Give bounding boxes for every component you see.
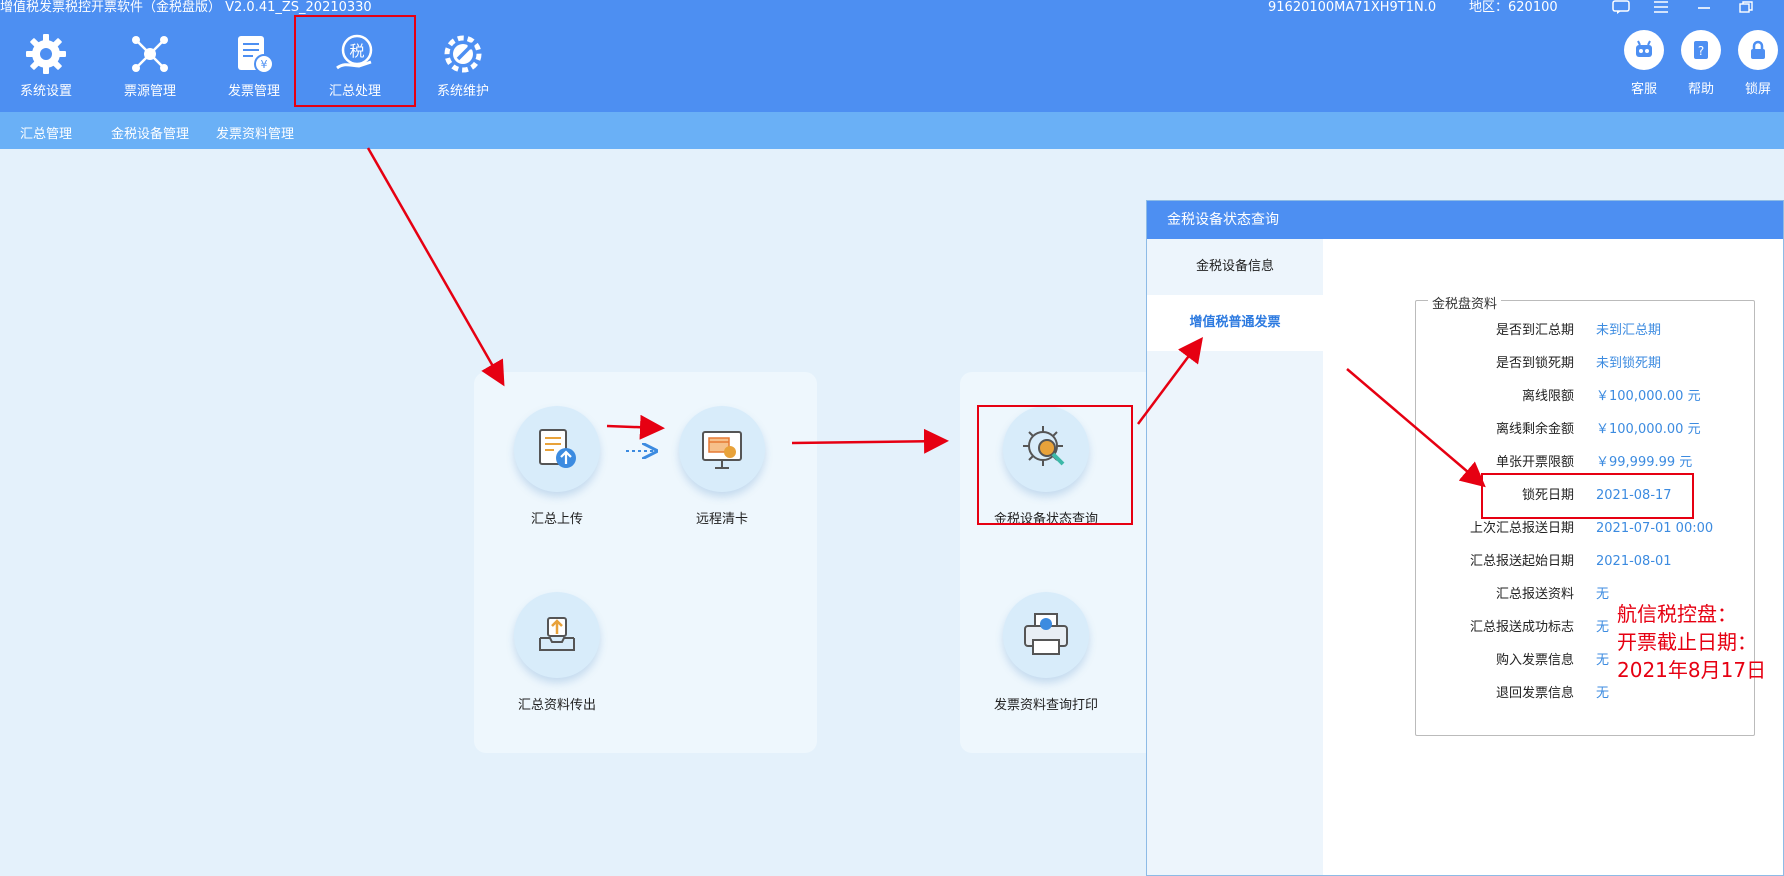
restore-icon[interactable] [1738,0,1754,18]
minimize-icon[interactable] [1696,0,1712,18]
annotation-line: 开票截止日期： [1617,630,1757,654]
nav-label: 系统设置 [19,84,72,99]
row-key: 购入发票信息 [1495,653,1574,668]
annotation-line: 航信税控盘： [1617,602,1737,626]
row-key: 汇总报送资料 [1495,587,1574,602]
row-value: 未到锁死期 [1596,356,1662,371]
tray-upload-icon [514,592,600,678]
row-value: 无 [1596,620,1610,635]
side-item-plain-invoice[interactable]: 增值税普通发票 [1147,295,1323,351]
row-key: 退回发票信息 [1495,686,1574,701]
lock-icon [1738,30,1778,70]
monitor-icon [679,406,765,492]
info-row: 上次汇总报送日期 2021-07-01 00:00 [1416,519,1756,539]
dialog-sidebar: 金税设备信息 增值税普通发票 [1147,239,1323,875]
row-value: ￥100,000.00 元 [1596,422,1701,437]
row-key: 是否到汇总期 [1495,323,1574,338]
row-key: 汇总报送起始日期 [1469,554,1574,569]
nav-system-settings[interactable]: 系统设置 [0,26,96,106]
row-key: 汇总报送成功标志 [1469,620,1574,635]
invoice-icon: ¥ [230,30,278,78]
nav-label: 系统维护 [436,84,489,99]
row-value: ￥99,999.99 元 [1596,455,1693,470]
nav-ticket-source[interactable]: 票源管理 [100,26,200,106]
nav-label: 票源管理 [123,84,176,99]
subnav-device-management[interactable]: 金税设备管理 [111,123,189,142]
subnav-invoice-data-management[interactable]: 发票资料管理 [216,123,294,142]
remote-clear-card-button[interactable]: 远程清卡 [657,406,787,527]
info-row: 是否到锁死期 未到锁死期 [1416,354,1756,374]
annotation-line: 2021年8月17日 [1617,658,1767,682]
row-value: 2021-08-01 [1596,554,1672,569]
info-row: 汇总报送起始日期 2021-08-01 [1416,552,1756,572]
func-label: 汇总资料传出 [517,698,596,713]
row-value: 无 [1596,686,1610,701]
robot-icon [1624,30,1664,70]
region-code: 地区：620100 [1469,0,1558,15]
summary-upload-button[interactable]: 汇总上传 [492,406,622,527]
subnav-summary-management[interactable]: 汇总管理 [20,123,72,142]
annotation-text: 航信税控盘： 开票截止日期： 2021年8月17日 [1617,600,1766,684]
sub-navigation: 汇总管理 金税设备管理 发票资料管理 [0,112,1784,149]
info-row: 离线剩余金额 ￥100,000.00 元 [1416,420,1756,440]
row-key: 上次汇总报送日期 [1469,521,1574,536]
right-label: 锁屏 [1744,82,1771,97]
info-row: 是否到汇总期 未到汇总期 [1416,321,1756,341]
row-key: 离线限额 [1521,389,1574,404]
svg-text:?: ? [1698,44,1704,58]
info-row: 单张开票限额 ￥99,999.99 元 [1416,453,1756,473]
right-label: 帮助 [1687,82,1714,97]
tax-id: 91620100MA71XH9T1N.0 [1268,0,1437,15]
status-query-highlight-box [977,405,1133,525]
message-icon[interactable] [1612,0,1630,18]
lock-date-highlight-box [1481,473,1694,519]
row-key: 是否到锁死期 [1495,356,1574,371]
title-bar: 增值税发票税控开票软件（金税盘版） V2.0.41_ZS_20210330 91… [0,0,1784,112]
row-value: 无 [1596,587,1610,602]
device-status-dialog: 金税设备状态查询 金税设备信息 增值税普通发票 金税盘资料 是否到汇总期 未到汇总… [1146,200,1784,876]
menu-icon[interactable] [1653,0,1669,18]
lock-screen-button[interactable]: 锁屏 [1728,30,1784,97]
nav-system-maintenance[interactable]: 系统维护 [413,26,513,106]
svg-text:¥: ¥ [261,58,268,71]
nav-label: 发票管理 [227,84,280,99]
upload-doc-icon [514,406,600,492]
func-label: 发票资料查询打印 [993,698,1098,713]
row-value: 无 [1596,653,1610,668]
row-key: 单张开票限额 [1495,455,1574,470]
summary-export-button[interactable]: 汇总资料传出 [492,592,622,713]
invoice-query-print-button[interactable]: 发票资料查询打印 [981,592,1111,713]
help-book-icon: ? [1681,30,1721,70]
row-value: ￥100,000.00 元 [1596,389,1701,404]
row-value: 未到汇总期 [1596,323,1662,338]
help-button[interactable]: ? 帮助 [1671,30,1731,97]
func-label: 汇总上传 [530,512,583,527]
nav-highlight-box [294,15,416,107]
nav-invoice-management[interactable]: ¥ 发票管理 [204,26,304,106]
wrench-gear-icon [439,30,487,78]
app-title: 增值税发票税控开票软件（金税盘版） V2.0.41_ZS_20210330 [0,0,372,15]
row-value: 2021-07-01 00:00 [1596,521,1714,536]
func-label: 远程清卡 [695,512,748,527]
row-key: 离线剩余金额 [1495,422,1574,437]
network-icon [126,30,174,78]
customer-service-button[interactable]: 客服 [1614,30,1674,97]
dialog-title: 金税设备状态查询 [1147,201,1783,239]
gear-icon [22,30,70,78]
arrow-to-upload [366,147,505,387]
side-item-device-info[interactable]: 金税设备信息 [1147,239,1323,295]
printer-icon [1003,592,1089,678]
info-row: 离线限额 ￥100,000.00 元 [1416,387,1756,407]
info-row: 退回发票信息 无 [1416,684,1756,704]
group-title: 金税盘资料 [1428,293,1502,312]
right-label: 客服 [1630,82,1657,97]
